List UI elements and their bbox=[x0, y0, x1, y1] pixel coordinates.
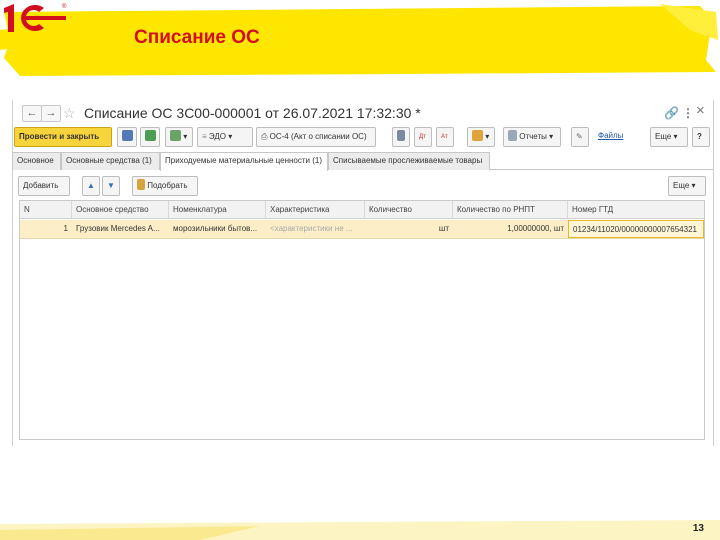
document-title: Списание ОС 3С00-000001 от 26.07.2021 17… bbox=[84, 105, 421, 121]
post-button[interactable] bbox=[140, 127, 160, 147]
save-icon bbox=[122, 130, 133, 141]
print-os4-button[interactable]: ⎙ ОС-4 (Акт о списании ОС) bbox=[256, 127, 376, 147]
col-header-characteristic[interactable]: Характеристика bbox=[266, 201, 365, 219]
print-os4-label: ОС-4 (Акт о списании ОС) bbox=[269, 132, 367, 141]
table-more-button[interactable]: Еще ▾ bbox=[668, 176, 706, 196]
dt-kt-icon: Дт bbox=[419, 134, 426, 140]
ledger-button[interactable] bbox=[392, 127, 410, 147]
arrow-down-icon: ▼ bbox=[107, 181, 115, 190]
col-header-quantity[interactable]: Количество bbox=[365, 201, 453, 219]
tab-traceable-goods[interactable]: Списываемые прослеживаемые товары bbox=[328, 152, 490, 170]
col-header-fixed-asset[interactable]: Основное средство bbox=[72, 201, 169, 219]
pick-button[interactable]: Подобрать bbox=[132, 176, 198, 196]
yellow-brush-stroke bbox=[0, 4, 718, 76]
edo-button[interactable]: ≡ ЭДО ▾ bbox=[197, 127, 253, 147]
slide-title: Списание ОС bbox=[134, 27, 260, 48]
dt-kt-list-button[interactable]: Ат bbox=[436, 127, 454, 147]
col-header-gtd-number[interactable]: Номер ГТД bbox=[568, 201, 704, 219]
cell-fixed-asset[interactable]: Грузовик Mercedes A... bbox=[72, 220, 169, 238]
materials-table: N Основное средство Номенклатура Характе… bbox=[19, 200, 705, 440]
attach-doc-button[interactable]: ▾ bbox=[467, 127, 495, 147]
arrow-up-icon: ▲ bbox=[87, 181, 95, 190]
table-toolbar: Добавить ▲ ▼ Подобрать Еще ▾ bbox=[12, 176, 714, 196]
more-menu-icon[interactable]: ⋮ bbox=[682, 106, 694, 120]
col-header-n[interactable]: N bbox=[20, 201, 72, 219]
forward-button[interactable]: → bbox=[41, 105, 61, 122]
cell-gtd-number[interactable]: 01234/11020/00000000007654321 bbox=[568, 220, 704, 238]
document-icon bbox=[472, 130, 483, 141]
col-header-quantity-rnpt[interactable]: Количество по РНПТ bbox=[453, 201, 568, 219]
tab-strip: Основное Основные средства (1) Приходуем… bbox=[12, 152, 714, 171]
reports-label: Отчеты bbox=[519, 132, 547, 141]
cell-characteristic[interactable]: <характеристики не ... bbox=[266, 220, 365, 238]
table-header: N Основное средство Номенклатура Характе… bbox=[20, 201, 704, 219]
window-titlebar: ← → ☆ Списание ОС 3С00-000001 от 26.07.2… bbox=[12, 100, 714, 126]
post-document-icon bbox=[145, 130, 156, 141]
paperclip-button[interactable]: ✎ bbox=[571, 127, 589, 147]
page-number: 13 bbox=[692, 523, 704, 534]
help-icon: ? bbox=[697, 132, 702, 141]
favorite-star-icon[interactable]: ☆ bbox=[63, 105, 76, 122]
tab-incoming-materials[interactable]: Приходуемые материальные ценности (1) bbox=[160, 152, 328, 171]
footer-band bbox=[0, 520, 720, 540]
close-icon[interactable]: × bbox=[696, 102, 705, 119]
more-label: Еще bbox=[655, 132, 672, 141]
pick-icon bbox=[137, 179, 145, 190]
create-based-on-button[interactable]: ▾ bbox=[165, 127, 193, 147]
document-window: ← → ☆ Списание ОС 3С00-000001 от 26.07.2… bbox=[12, 100, 714, 446]
reports-button[interactable]: Отчеты ▾ bbox=[503, 127, 561, 147]
files-link[interactable]: Файлы bbox=[598, 131, 623, 140]
back-button[interactable]: ← bbox=[22, 105, 42, 122]
save-button[interactable] bbox=[117, 127, 137, 147]
move-up-button[interactable]: ▲ bbox=[82, 176, 100, 196]
dt-kt-list-icon: Ат bbox=[441, 134, 448, 140]
printer-icon: ⎙ bbox=[261, 132, 268, 141]
ledger-icon bbox=[397, 130, 405, 141]
col-header-nomenclature[interactable]: Номенклатура bbox=[169, 201, 266, 219]
create-based-on-icon bbox=[170, 130, 181, 141]
edo-icon: ≡ bbox=[202, 132, 207, 141]
command-bar: Провести и закрыть ▾ ≡ ЭДО ▾ ⎙ ОС-4 (Акт… bbox=[12, 127, 714, 149]
pick-label: Подобрать bbox=[147, 181, 188, 190]
cell-n[interactable]: 1 bbox=[20, 220, 72, 238]
slide-header: ® Списание ОС bbox=[0, 0, 720, 82]
add-row-button[interactable]: Добавить bbox=[18, 176, 70, 196]
dt-kt-button[interactable]: Дт bbox=[414, 127, 432, 147]
1c-logo-icon: ® bbox=[4, 3, 67, 32]
edo-label: ЭДО bbox=[208, 132, 227, 141]
cell-quantity-rnpt[interactable]: 1,00000000, шт bbox=[453, 220, 568, 238]
paperclip-icon: ✎ bbox=[576, 132, 583, 141]
svg-text:®: ® bbox=[62, 3, 67, 10]
cell-quantity[interactable]: шт bbox=[365, 220, 453, 238]
post-and-close-button[interactable]: Провести и закрыть bbox=[14, 127, 112, 147]
link-icon[interactable]: 🔗 bbox=[664, 106, 679, 120]
reports-icon bbox=[508, 130, 517, 141]
tab-fixed-assets[interactable]: Основные средства (1) bbox=[61, 152, 160, 170]
help-button[interactable]: ? bbox=[692, 127, 710, 147]
cell-nomenclature[interactable]: морозильники бытов... bbox=[169, 220, 266, 238]
more-button[interactable]: Еще ▾ bbox=[650, 127, 688, 147]
table-more-label: Еще bbox=[673, 181, 690, 190]
tab-main[interactable]: Основное bbox=[12, 152, 61, 170]
table-row[interactable]: 1 Грузовик Mercedes A... морозильники бы… bbox=[20, 220, 704, 239]
move-down-button[interactable]: ▼ bbox=[102, 176, 120, 196]
